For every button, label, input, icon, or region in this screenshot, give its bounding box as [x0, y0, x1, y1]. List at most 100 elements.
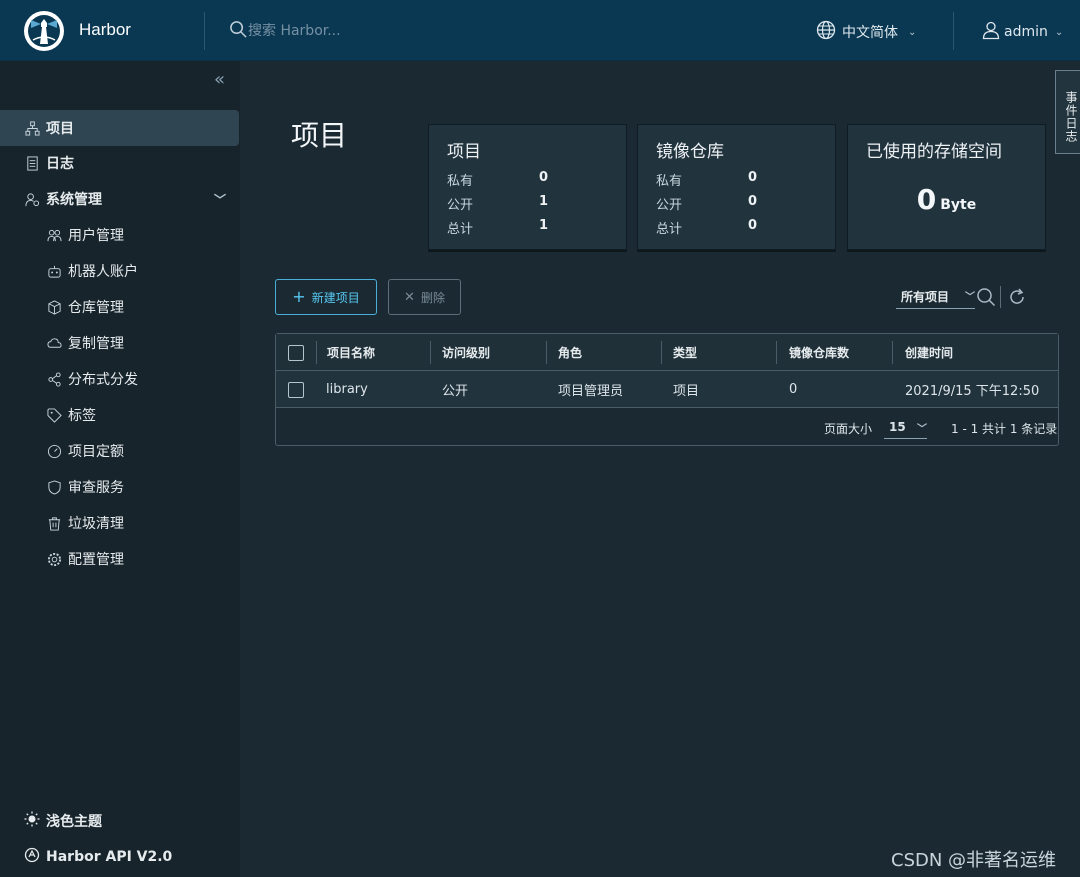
new-project-button[interactable]: + 新建项目 — [275, 279, 377, 315]
sidebar-item-distributions[interactable]: 分布式分发 — [0, 361, 240, 397]
header-divider — [204, 12, 205, 50]
language-switcher[interactable]: 中文简体 ⌄ — [816, 20, 916, 44]
api-icon — [24, 847, 40, 867]
projects-table: 项目名称 访问级别 角色 类型 镜像仓库数 创建时间 library 公开 项目… — [275, 333, 1059, 446]
table-footer: 页面大小 15 ﹀ 1 - 1 共计 1 条记录 — [276, 408, 1058, 445]
card-title: 已使用的存储空间 — [866, 142, 1002, 162]
robot-icon — [46, 263, 62, 279]
language-label: 中文简体 — [842, 25, 898, 41]
sun-icon — [24, 811, 40, 831]
sidebar-item-label: 日志 — [46, 156, 74, 172]
sidebar-item-gc[interactable]: 垃圾清理 — [0, 505, 240, 541]
event-log-tab[interactable]: 事件日志 — [1055, 70, 1080, 154]
log-icon — [24, 155, 40, 171]
select-all-checkbox-cell — [288, 334, 304, 371]
card-title: 镜像仓库 — [656, 142, 724, 162]
new-project-label: 新建项目 — [311, 290, 360, 305]
sidebar-item-label: 标签 — [68, 408, 96, 424]
storage-unit: Byte — [940, 197, 977, 213]
collapse-sidebar-icon[interactable]: « — [214, 69, 225, 90]
chevron-down-icon: ﹀ — [917, 424, 927, 435]
column-header-role[interactable]: 角色 — [558, 334, 582, 371]
storage-used: 0 Byte — [848, 183, 1045, 216]
delete-label: 删除 — [420, 290, 445, 305]
users-icon — [46, 227, 62, 243]
sidebar-item-label: 配置管理 — [68, 552, 124, 568]
sidebar-item-system-admin[interactable]: 系统管理 ﹀ — [0, 181, 240, 217]
column-header-created[interactable]: 创建时间 — [905, 334, 953, 371]
sidebar-item-label: 项目 — [46, 121, 74, 137]
sidebar-item-projects[interactable]: 项目 — [0, 110, 239, 146]
chevron-down-icon: ⌄ — [908, 26, 917, 38]
card-row-label: 私有 — [656, 174, 683, 189]
project-name-link[interactable]: library — [326, 371, 368, 408]
card-row-value: 1 — [539, 218, 549, 233]
theme-label: 浅色主题 — [46, 814, 102, 830]
column-separator — [776, 341, 777, 364]
column-header-repo-count[interactable]: 镜像仓库数 — [789, 334, 849, 371]
project-role: 项目管理员 — [558, 384, 624, 399]
table-header: 项目名称 访问级别 角色 类型 镜像仓库数 创建时间 — [276, 334, 1058, 371]
chevron-down-icon[interactable]: ﹀ — [214, 191, 226, 208]
sidebar-item-interrogation[interactable]: 审查服务 — [0, 469, 240, 505]
select-all-checkbox[interactable] — [288, 344, 304, 361]
sidebar-item-replications[interactable]: 复制管理 — [0, 325, 240, 361]
sidebar-item-label: 仓库管理 — [68, 300, 124, 316]
repositories-summary-card: 镜像仓库 私有 0 公开 0 总计 0 — [637, 124, 836, 250]
sidebar-item-robot-accounts[interactable]: 机器人账户 — [0, 253, 240, 289]
sidebar-item-label: 垃圾清理 — [68, 516, 124, 532]
sidebar: « 项目 日志 系统管理 ﹀ 用户管理 机器人账户 仓库管理 复制管理 分布式分… — [0, 61, 240, 877]
sidebar-item-logs[interactable]: 日志 — [0, 145, 240, 181]
sidebar-item-configuration[interactable]: 配置管理 — [0, 541, 240, 577]
card-title: 项目 — [447, 142, 481, 162]
sidebar-item-users[interactable]: 用户管理 — [0, 217, 240, 253]
table-row[interactable]: library 公开 项目管理员 项目 0 2021/9/15 下午12:50 — [276, 371, 1058, 408]
card-row-value: 1 — [539, 194, 549, 209]
page-size-select[interactable]: 15 ﹀ — [884, 418, 927, 439]
chevron-down-icon: ﹀ — [965, 292, 975, 303]
brand-name[interactable]: Harbor — [79, 20, 131, 40]
theme-toggle[interactable]: 浅色主题 — [24, 811, 102, 831]
sidebar-item-label: 系统管理 — [46, 192, 102, 208]
global-search[interactable] — [229, 19, 508, 43]
sidebar-item-labels[interactable]: 标签 — [0, 397, 240, 433]
sidebar-item-quotas[interactable]: 项目定额 — [0, 433, 240, 469]
row-checkbox[interactable] — [288, 381, 304, 398]
delete-button[interactable]: ✕ 删除 — [388, 279, 461, 315]
admin-icon — [24, 191, 40, 207]
user-menu[interactable]: admin ⌄ — [981, 20, 1063, 44]
filter-label: 所有项目 — [901, 290, 950, 304]
row-checkbox-cell — [288, 371, 304, 408]
project-access-level: 公开 — [442, 384, 469, 399]
card-row-label: 总计 — [656, 222, 683, 237]
search-input[interactable] — [248, 23, 508, 39]
search-icon[interactable] — [229, 20, 248, 43]
sidebar-item-label: 用户管理 — [68, 228, 124, 244]
toolbar-divider — [1000, 286, 1001, 308]
sidebar-item-label: 分布式分发 — [68, 372, 138, 388]
search-icon[interactable] — [976, 287, 996, 307]
user-icon — [981, 20, 1001, 44]
sidebar-item-label: 项目定额 — [68, 444, 124, 460]
column-header-type[interactable]: 类型 — [673, 334, 697, 371]
storage-value: 0 — [916, 183, 937, 216]
sidebar-item-registries[interactable]: 仓库管理 — [0, 289, 240, 325]
card-row-label: 总计 — [447, 222, 474, 237]
harbor-logo-icon[interactable] — [24, 11, 64, 51]
share-icon — [46, 371, 62, 387]
card-row-label: 私有 — [447, 174, 474, 189]
column-separator — [546, 341, 547, 364]
sidebar-item-label: 复制管理 — [68, 336, 124, 352]
plus-icon: + — [292, 287, 306, 306]
sidebar-item-label: 机器人账户 — [68, 264, 138, 280]
shield-icon — [46, 479, 62, 495]
app-header: Harbor 中文简体 ⌄ admin ⌄ — [0, 0, 1080, 61]
project-filter-select[interactable]: 所有项目 ﹀ — [896, 288, 975, 309]
card-row-value: 0 — [748, 194, 758, 209]
close-icon: ✕ — [404, 289, 415, 305]
storage-summary-card: 已使用的存储空间 0 Byte — [847, 124, 1046, 250]
refresh-icon[interactable] — [1007, 287, 1027, 307]
column-header-name[interactable]: 项目名称 — [327, 334, 375, 371]
column-header-access[interactable]: 访问级别 — [442, 334, 490, 371]
api-explorer-link[interactable]: Harbor API V2.0 — [24, 847, 172, 867]
